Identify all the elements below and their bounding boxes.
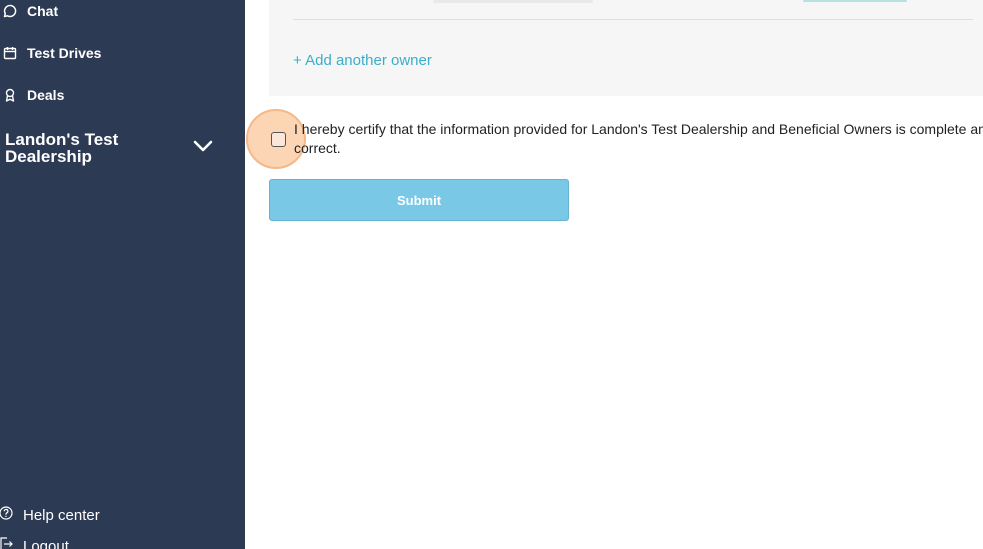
sidebar-item-label: Deals	[27, 87, 65, 103]
owners-card	[269, 0, 983, 96]
dealership-name: Landon's Test Dealership	[5, 130, 119, 166]
sidebar-item-label: Chat	[27, 3, 59, 19]
owner-row-action	[803, 0, 907, 2]
sidebar-item-help-center[interactable]: Help center	[0, 505, 100, 525]
app: Chat Test Drives Deals Landon's Test Dea…	[0, 0, 983, 549]
chat-icon	[1, 2, 19, 20]
help-center-label: Help center	[23, 506, 100, 524]
add-owner-link[interactable]: + Add another owner	[293, 52, 432, 69]
help-icon	[0, 505, 16, 526]
logout-icon	[0, 536, 16, 549]
sidebar-item-logout[interactable]: Logout	[0, 536, 69, 549]
logout-label: Logout	[23, 537, 69, 549]
submit-button[interactable]: Submit	[269, 179, 569, 221]
calendar-icon	[1, 44, 19, 62]
certify-checkbox[interactable]	[271, 132, 286, 147]
owner-row-field	[433, 0, 593, 3]
badge-icon	[1, 86, 19, 104]
certification: I hereby certify that the information pr…	[245, 108, 983, 169]
sidebar-item-test-drives[interactable]: Test Drives	[0, 42, 101, 64]
sidebar-item-deals[interactable]: Deals	[0, 84, 64, 106]
dealership-switcher[interactable]: Landon's Test Dealership	[5, 131, 230, 171]
sidebar-item-chat[interactable]: Chat	[0, 0, 58, 22]
chevron-down-icon	[193, 140, 213, 152]
certify-text: I hereby certify that the information pr…	[294, 121, 983, 156]
owner-row	[293, 0, 973, 20]
sidebar: Chat Test Drives Deals Landon's Test Dea…	[0, 0, 245, 549]
sidebar-item-label: Test Drives	[27, 45, 102, 61]
